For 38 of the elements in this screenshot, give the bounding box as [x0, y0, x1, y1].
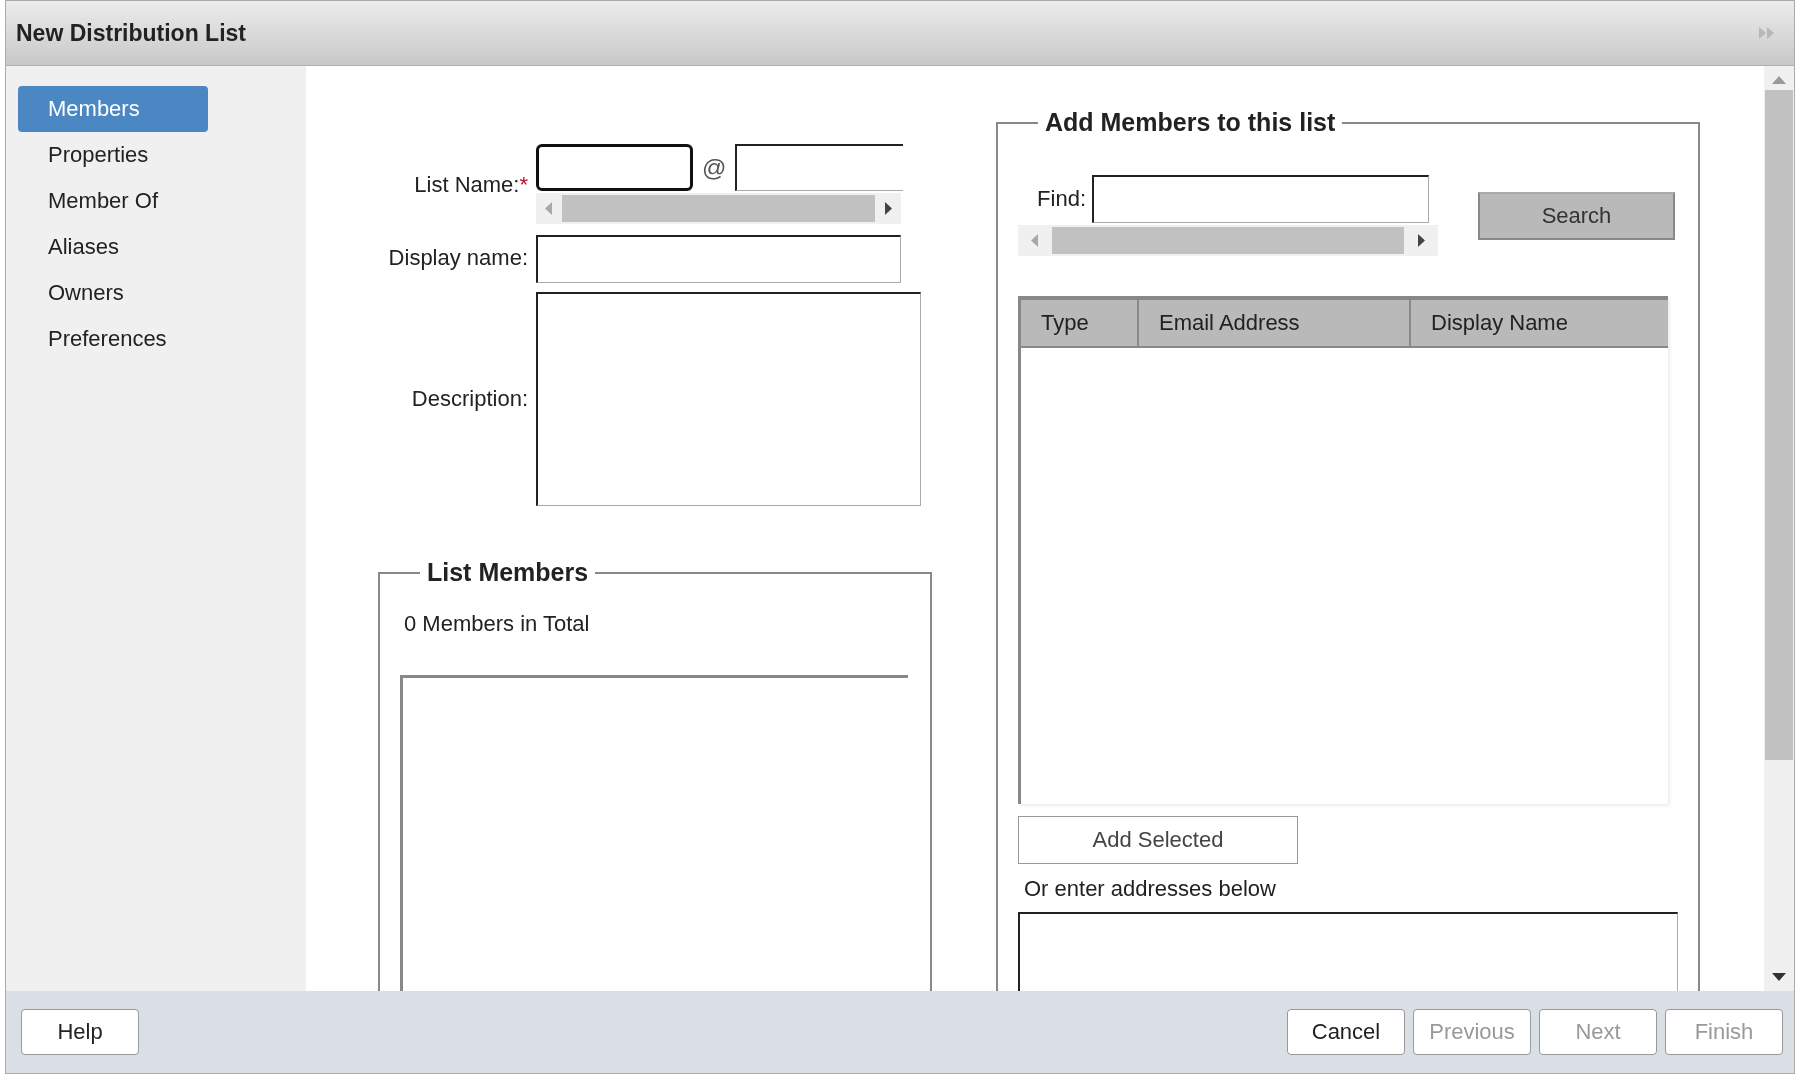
- column-header[interactable]: Display Name: [1411, 300, 1668, 346]
- horizontal-scrollbar[interactable]: [1018, 225, 1438, 256]
- addresses-label: Or enter addresses below: [1024, 876, 1277, 902]
- description-field[interactable]: [536, 292, 921, 506]
- sidebar-item[interactable]: Aliases: [18, 224, 208, 270]
- list-members-legend: List Members: [420, 558, 596, 587]
- member-count: 0 Members in Total: [403, 610, 591, 637]
- sidebar-item[interactable]: Preferences: [18, 316, 208, 362]
- right-arrow-icon[interactable]: [1417, 234, 1425, 247]
- description-label: Description:: [410, 386, 529, 412]
- vertical-scrollbar[interactable]: [1764, 66, 1794, 991]
- footer-button[interactable]: Cancel: [1287, 1009, 1405, 1055]
- find-label: Find:: [1036, 186, 1087, 212]
- find-field[interactable]: [1092, 175, 1429, 223]
- search-button[interactable]: Search: [1478, 192, 1675, 240]
- up-arrow-icon[interactable]: [1772, 76, 1786, 84]
- window-title: New Distribution List: [16, 19, 246, 47]
- list-name-label: List Name:*: [413, 171, 529, 199]
- down-arrow-icon[interactable]: [1772, 973, 1786, 981]
- sidebar-item[interactable]: Properties: [18, 132, 208, 178]
- sidebar-item[interactable]: Members: [18, 86, 208, 132]
- list-name-field[interactable]: [536, 144, 693, 191]
- add-selected-button[interactable]: Add Selected: [1018, 816, 1298, 864]
- domain-field[interactable]: [735, 144, 904, 191]
- display-name-field[interactable]: [536, 235, 901, 283]
- right-arrow-icon[interactable]: [884, 202, 892, 215]
- horizontal-scrollbar[interactable]: [536, 193, 901, 224]
- left-arrow-icon[interactable]: [1031, 234, 1039, 247]
- sidebar-item[interactable]: Owners: [18, 270, 208, 316]
- help-button[interactable]: Help: [21, 1009, 139, 1055]
- double-arrow-icon[interactable]: [1758, 26, 1776, 40]
- display-name-label: Display name:: [387, 244, 529, 272]
- sidebar-item[interactable]: Member Of: [18, 178, 208, 224]
- add-members-legend: Add Members to this list: [1038, 108, 1343, 137]
- left-arrow-icon[interactable]: [545, 202, 553, 215]
- column-header[interactable]: Type: [1021, 300, 1139, 346]
- at-sign: @: [702, 153, 727, 182]
- column-header[interactable]: Email Address: [1139, 300, 1411, 346]
